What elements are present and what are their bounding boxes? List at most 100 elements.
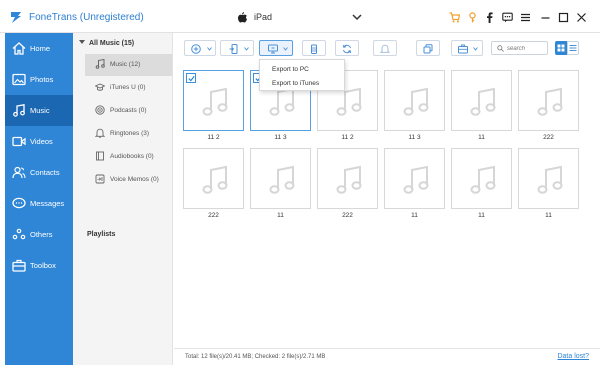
music-note-icon [537, 87, 563, 116]
sidebar-item-others[interactable]: Others [5, 219, 73, 250]
music-note-icon [336, 87, 362, 116]
category-podcasts[interactable]: Podcasts (0) [85, 100, 172, 122]
list-view-toggle[interactable] [567, 41, 579, 55]
delete-button[interactable] [302, 40, 326, 56]
sidebar-item-videos[interactable]: Videos [5, 126, 73, 157]
dropdown-arrow-icon [244, 47, 249, 51]
tile-checkbox[interactable] [186, 73, 196, 83]
close-icon[interactable] [576, 12, 587, 23]
key-icon[interactable] [467, 12, 478, 23]
category-ringtones[interactable]: Ringtones (3) [85, 123, 172, 145]
tile-label: 11 [277, 212, 284, 219]
category-music[interactable]: Music (12) [85, 54, 172, 76]
tile-label: 11 [478, 134, 485, 141]
sidebar-item-label: Home [30, 44, 51, 53]
facebook-icon[interactable] [484, 12, 495, 23]
all-music-label: All Music (15) [89, 40, 135, 47]
music-tile[interactable] [317, 148, 378, 209]
minimize-icon[interactable] [540, 12, 551, 23]
sidebar-item-contacts[interactable]: Contacts [5, 157, 73, 188]
device-selector[interactable]: iPad [238, 10, 362, 26]
menu-item-export-to-pc[interactable]: Export to PC [272, 66, 309, 73]
toolbox-button[interactable] [451, 40, 483, 56]
maximize-icon[interactable] [558, 12, 569, 23]
status-text: Total: 12 file(s)/20.41 MB; Checked: 2 f… [185, 354, 326, 360]
copy-icon [423, 44, 433, 54]
sidebar-item-photos[interactable]: Photos [5, 64, 73, 95]
grid-icon [557, 44, 565, 52]
toolbox-icon [12, 259, 26, 272]
sidebar: Home Photos Music Videos Contacts Messag… [5, 33, 73, 365]
dropdown-arrow-icon [473, 47, 478, 51]
dropdown-arrow-icon [207, 47, 212, 51]
bell-icon [95, 128, 105, 138]
voice-memo-icon [95, 174, 105, 184]
sidebar-item-home[interactable]: Home [5, 33, 73, 64]
list-icon [569, 45, 577, 51]
grid-view-toggle[interactable] [555, 41, 567, 55]
title-bar: FoneTrans (Unregistered) iPad [0, 0, 600, 33]
music-note-icon [470, 87, 496, 116]
category-itunes-u[interactable]: iTunes U (0) [85, 77, 172, 99]
category-label: Voice Memos (0) [110, 176, 159, 183]
sidebar-item-toolbox[interactable]: Toolbox [5, 250, 73, 281]
sidebar-item-messages[interactable]: Messages [5, 188, 73, 219]
graduation-cap-icon [95, 83, 105, 91]
cart-icon[interactable] [449, 12, 460, 23]
category-audiobooks[interactable]: Audiobooks (0) [85, 146, 172, 168]
search-icon [497, 45, 504, 52]
category-label: Music (12) [110, 61, 141, 68]
music-tile[interactable] [518, 70, 579, 131]
music-note-icon [403, 165, 429, 194]
music-note-icon [269, 87, 295, 116]
music-tile[interactable] [384, 148, 445, 209]
chat-icon[interactable] [502, 12, 513, 23]
music-category-panel: All Music (15) Music (12) iTunes U (0) P… [73, 33, 173, 365]
tile-label: 11 3 [408, 134, 421, 141]
music-tile[interactable] [451, 70, 512, 131]
sidebar-item-label: Others [30, 230, 53, 239]
messages-icon [12, 197, 26, 209]
music-note-icon [336, 165, 362, 194]
sidebar-item-music[interactable]: Music [5, 95, 73, 126]
tile-label: 11 2 [207, 134, 220, 141]
all-music-header[interactable]: All Music (15) [79, 40, 134, 47]
search-input[interactable] [507, 44, 545, 53]
music-note-icon [95, 59, 105, 69]
music-tile[interactable] [183, 148, 244, 209]
music-tile[interactable] [183, 70, 244, 131]
menu-icon[interactable] [520, 12, 531, 23]
contacts-icon [12, 166, 26, 179]
category-voice-memos[interactable]: Voice Memos (0) [85, 169, 172, 191]
sidebar-item-label: Messages [30, 199, 65, 208]
plus-icon [191, 44, 201, 54]
copy-button[interactable] [416, 40, 440, 56]
music-note-icon [470, 165, 496, 194]
music-tile[interactable] [250, 148, 311, 209]
refresh-button[interactable] [335, 40, 359, 56]
home-icon [12, 42, 26, 55]
export-to-device-button[interactable] [220, 40, 254, 56]
app-logo-icon [11, 12, 21, 23]
music-tile[interactable] [518, 148, 579, 209]
tile-label: 222 [342, 212, 353, 219]
toolbar [174, 33, 600, 63]
export-to-pc-button[interactable] [259, 40, 293, 56]
data-lost-link[interactable]: Data lost? [557, 353, 589, 360]
make-ringtone-button[interactable] [373, 40, 397, 56]
sidebar-item-label: Videos [30, 137, 53, 146]
add-button[interactable] [184, 40, 216, 56]
menu-item-export-to-itunes[interactable]: Export to iTunes [272, 80, 319, 87]
device-name: iPad [254, 12, 273, 22]
category-label: Ringtones (3) [110, 130, 150, 137]
music-tile[interactable] [384, 70, 445, 131]
search-box[interactable] [491, 41, 548, 55]
music-note-icon [537, 165, 563, 194]
playlists-header[interactable]: Playlists [87, 231, 115, 238]
app-title: FoneTrans (Unregistered) [29, 12, 144, 23]
music-tile[interactable] [451, 148, 512, 209]
sidebar-item-label: Contacts [30, 168, 60, 177]
sidebar-item-label: Music [30, 106, 50, 115]
category-label: Podcasts (0) [110, 107, 147, 114]
tile-label: 11 [411, 212, 418, 219]
